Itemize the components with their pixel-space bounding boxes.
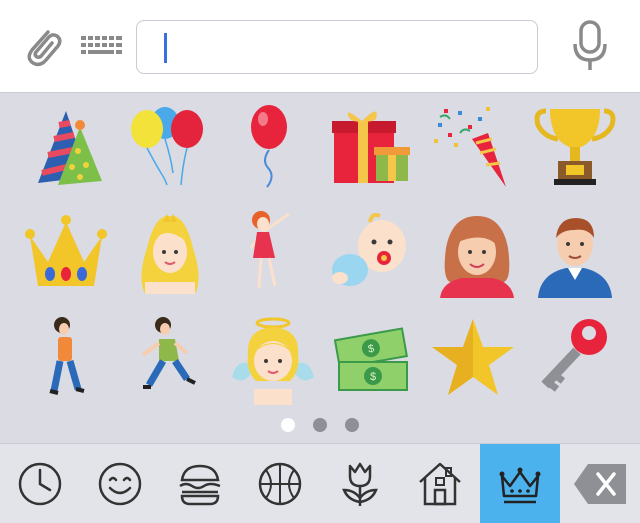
category-places[interactable]	[400, 444, 480, 523]
smiley-icon	[98, 462, 142, 505]
delete-button[interactable]	[560, 444, 640, 523]
message-toolbar	[0, 0, 640, 93]
princess-sticker[interactable]	[125, 208, 215, 298]
crown-icon	[499, 467, 541, 503]
backspace-icon	[574, 463, 626, 504]
running-boy-sticker[interactable]	[125, 315, 215, 405]
red-balloon-sticker[interactable]	[225, 103, 315, 193]
svg-text:$: $	[370, 371, 376, 383]
category-smileys[interactable]	[80, 444, 160, 523]
balloons-sticker[interactable]	[125, 103, 215, 193]
man-portrait-sticker[interactable]	[530, 208, 620, 298]
page-dot-1[interactable]	[281, 418, 295, 432]
money-sticker[interactable]: $ $	[328, 315, 418, 405]
baby-with-pacifier-sticker[interactable]	[328, 208, 418, 298]
gold-star-sticker[interactable]	[428, 315, 518, 405]
microphone-icon[interactable]	[570, 20, 610, 74]
category-recent[interactable]	[0, 444, 80, 523]
angel-sticker[interactable]	[228, 315, 318, 405]
basketball-icon	[258, 462, 302, 505]
golden-crown-sticker[interactable]	[22, 208, 112, 298]
category-bar	[0, 443, 640, 523]
sticker-grid: $ $	[0, 93, 640, 443]
category-activity[interactable]	[240, 444, 320, 523]
text-caret	[164, 33, 167, 63]
message-input[interactable]	[136, 20, 538, 74]
party-popper-sticker[interactable]	[430, 103, 520, 193]
red-key-sticker[interactable]	[535, 315, 625, 405]
category-food[interactable]	[160, 444, 240, 523]
page-indicator	[0, 416, 640, 434]
category-nature[interactable]	[320, 444, 400, 523]
gift-boxes-sticker[interactable]	[328, 103, 418, 193]
trophy-sticker[interactable]	[530, 103, 620, 193]
walking-boy-sticker[interactable]	[22, 315, 112, 405]
keyboard-icon[interactable]	[80, 34, 124, 58]
clock-icon	[18, 462, 62, 505]
house-icon	[419, 462, 461, 505]
page-dot-3[interactable]	[345, 418, 359, 432]
burger-icon	[179, 464, 221, 505]
page-dot-2[interactable]	[313, 418, 327, 432]
tulip-icon	[342, 462, 378, 506]
party-hats-sticker[interactable]	[28, 103, 118, 193]
category-objects[interactable]	[480, 444, 560, 523]
paperclip-icon[interactable]	[18, 22, 66, 70]
dancing-woman-sticker[interactable]	[225, 208, 315, 298]
woman-portrait-sticker[interactable]	[432, 208, 522, 298]
